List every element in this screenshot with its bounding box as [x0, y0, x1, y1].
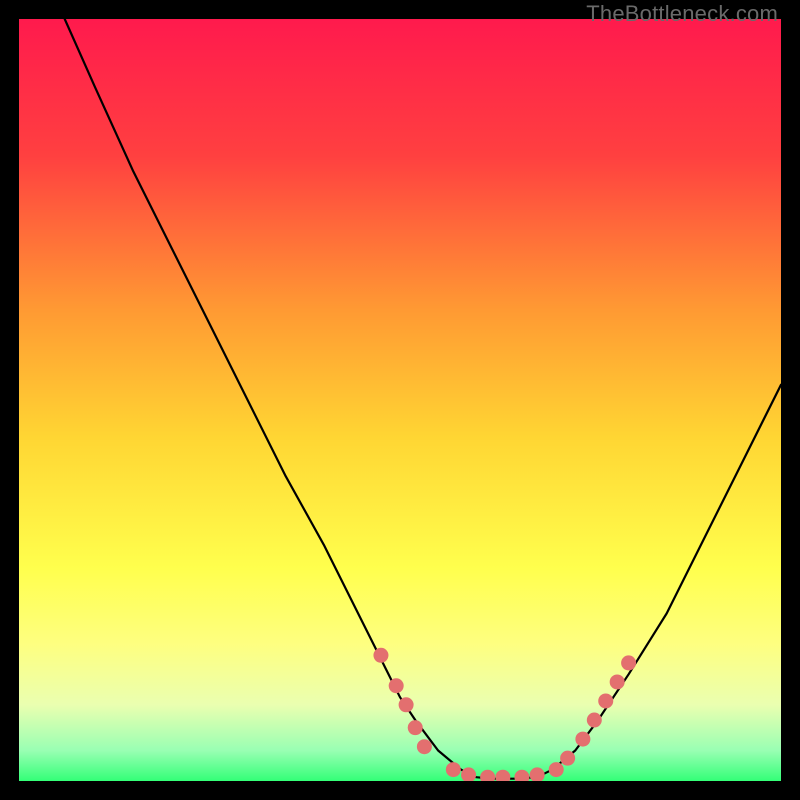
data-dot: [408, 720, 423, 735]
data-dot: [587, 713, 602, 728]
data-dot: [399, 697, 414, 712]
chart-svg: [19, 19, 781, 781]
data-dot: [560, 751, 575, 766]
data-dot: [389, 678, 404, 693]
gradient-background: [19, 19, 781, 781]
data-dot: [549, 762, 564, 777]
chart-frame: [19, 19, 781, 781]
data-dot: [446, 762, 461, 777]
watermark-text: TheBottleneck.com: [586, 1, 778, 27]
data-dot: [373, 648, 388, 663]
data-dot: [575, 732, 590, 747]
data-dot: [621, 655, 636, 670]
data-dot: [417, 739, 432, 754]
data-dot: [598, 693, 613, 708]
data-dot: [610, 674, 625, 689]
